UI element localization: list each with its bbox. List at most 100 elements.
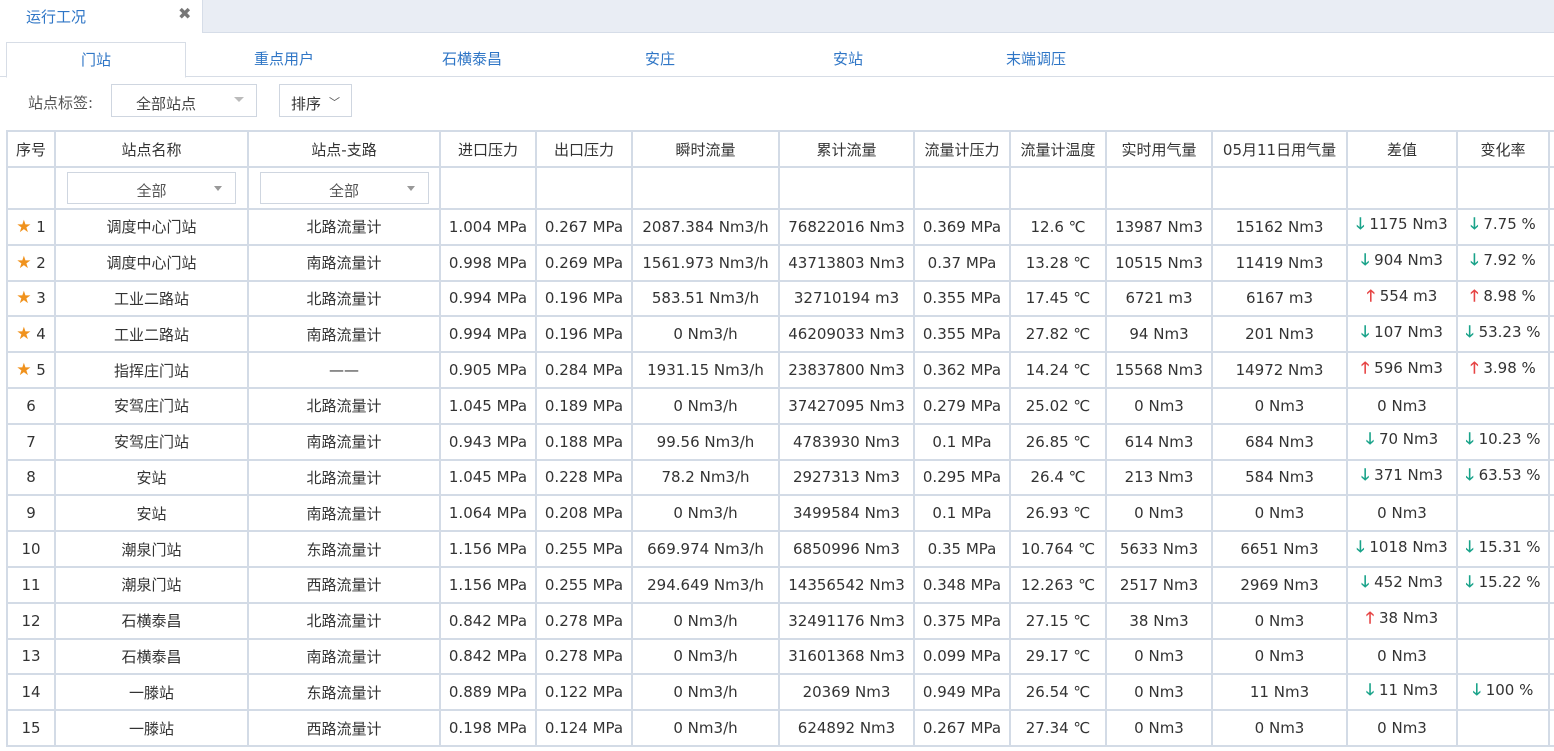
inlet-pressure-cell: 0.842 MPa — [439, 601, 537, 640]
station-tag-select[interactable]: 全部站点 — [111, 84, 257, 117]
table-row[interactable]: 13 石横泰昌 南路流量计 0.842 MPa 0.278 MPa 0 Nm3/h 3160… — [6, 637, 1554, 676]
difference-cell-value: 0 Nm3 — [1377, 647, 1427, 666]
branch-cell: 北路流量计 — [247, 386, 441, 425]
header-inlet-pressure[interactable]: 进口压力 — [439, 130, 537, 168]
extra-cell — [1548, 458, 1554, 497]
inlet-pressure-cell: 1.004 MPa — [439, 208, 537, 246]
meter-pressure-cell: 0.348 MPa — [913, 565, 1011, 604]
header-change-rate[interactable]: 变化率 — [1456, 130, 1550, 168]
meter-temperature-cell: 26.85 ℃ — [1009, 422, 1107, 461]
total-flow-cell: 76822016 Nm3 — [778, 208, 915, 246]
header-index[interactable]: 序号 — [6, 130, 56, 168]
tab-gate-station[interactable]: 门站 — [6, 42, 186, 78]
extra-cell — [1548, 637, 1554, 676]
meter-temperature-cell: 17.45 ℃ — [1009, 279, 1107, 318]
station-name-filter-select[interactable]: 全部 — [67, 172, 236, 204]
star-icon[interactable]: ★ — [16, 217, 31, 237]
station-name-cell: 工业二路站 — [54, 279, 249, 318]
tab-anzhuang[interactable]: 安庄 — [570, 42, 750, 77]
meter-temperature-cell: 12.6 ℃ — [1009, 208, 1107, 246]
table-row[interactable]: 9 安站 南路流量计 1.064 MPa 0.208 MPa 0 Nm3/h 3499584… — [6, 494, 1554, 533]
instant-flow-cell: 0 Nm3/h — [631, 386, 780, 425]
total-flow-cell: 31601368 Nm3 — [778, 637, 915, 676]
table-row[interactable]: 6 安驾庄门站 北路流量计 1.045 MPa 0.189 MPa 0 Nm3/h 3742… — [6, 386, 1554, 425]
header-instant-flow[interactable]: 瞬时流量 — [631, 130, 780, 168]
change-rate-cell-value: 7.75 % — [1483, 215, 1536, 234]
tab-shiheng-taichang[interactable]: 石横泰昌 — [382, 42, 562, 77]
row-number: 10 — [21, 540, 41, 559]
window-tab-bar: 运行工况 ✖ — [0, 0, 1554, 33]
prev-day-usage-cell: 0 Nm3 — [1211, 601, 1348, 640]
instant-flow-cell: 2087.384 Nm3/h — [631, 208, 780, 246]
difference-cell-value: 38 Nm3 — [1378, 609, 1439, 628]
change-rate-cell-value: 8.98 % — [1483, 286, 1536, 305]
outlet-pressure-cell: 0.255 MPa — [535, 565, 633, 604]
tab-key-users[interactable]: 重点用户 — [194, 42, 374, 77]
total-flow-cell: 624892 Nm3 — [778, 709, 915, 747]
table-row[interactable]: 12 石横泰昌 北路流量计 0.842 MPa 0.278 MPa 0 Nm3/h 3249… — [6, 601, 1554, 640]
meter-temperature-cell: 26.93 ℃ — [1009, 494, 1107, 533]
chevron-down-icon: ﹀ — [329, 96, 340, 109]
prev-day-usage-cell: 584 Nm3 — [1211, 458, 1348, 497]
star-icon[interactable]: ★ — [16, 288, 31, 308]
branch-cell: 西路流量计 — [247, 565, 441, 604]
change-rate-cell-value: 3.98 % — [1483, 358, 1536, 377]
table-row[interactable]: 7 安驾庄门站 南路流量计 0.943 MPa 0.188 MPa 99.56 Nm3/h… — [6, 422, 1554, 461]
sub-tab-bar: 门站 重点用户 石横泰昌 安庄 安站 末端调压 — [0, 42, 1554, 78]
change-rate-cell — [1456, 386, 1550, 425]
sort-button[interactable]: 排序 ﹀ — [279, 84, 352, 117]
table-row[interactable]: 8 安站 北路流量计 1.045 MPa 0.228 MPa 78.2 Nm3/h 2927… — [6, 458, 1554, 497]
index-cell: ★ 5 — [6, 351, 56, 389]
station-name-cell: 指挥庄门站 — [54, 351, 249, 389]
table-row[interactable]: 14 一滕站 东路流量计 0.889 MPa 0.122 MPa 0 Nm3/h 20369… — [6, 673, 1554, 712]
header-station-name[interactable]: 站点名称 — [54, 130, 249, 168]
star-icon[interactable]: ★ — [16, 253, 31, 273]
star-icon[interactable]: ★ — [16, 324, 31, 344]
tab-anzhan[interactable]: 安站 — [758, 42, 938, 77]
header-outlet-pressure[interactable]: 出口压力 — [535, 130, 633, 168]
star-icon[interactable]: ★ — [16, 360, 31, 380]
instant-flow-cell: 0 Nm3/h — [631, 637, 780, 676]
change-rate-cell-value: 7.92 % — [1483, 251, 1536, 270]
branch-cell: 北路流量计 — [247, 208, 441, 246]
table-row[interactable]: ★ 3 工业二路站 北路流量计 0.994 MPa 0.196 MPa 583.51 Nm… — [6, 279, 1554, 318]
meter-pressure-cell: 0.375 MPa — [913, 601, 1011, 640]
header-meter-pressure[interactable]: 流量计压力 — [913, 130, 1011, 168]
table-row[interactable]: ★ 2 调度中心门站 南路流量计 0.998 MPa 0.269 MPa 1561.973… — [6, 243, 1554, 282]
outlet-pressure-cell: 0.124 MPa — [535, 709, 633, 747]
arrow-down-icon: 🡓 — [1465, 572, 1474, 592]
meter-temperature-cell: 13.28 ℃ — [1009, 243, 1107, 282]
meter-pressure-cell: 0.267 MPa — [913, 709, 1011, 747]
meter-pressure-cell: 0.355 MPa — [913, 279, 1011, 318]
station-name-cell: 一滕站 — [54, 709, 249, 747]
branch-filter-select[interactable]: 全部 — [259, 172, 429, 204]
header-meter-temperature[interactable]: 流量计温度 — [1009, 130, 1107, 168]
header-prev-day-usage[interactable]: 05月11日用气量 — [1211, 130, 1348, 168]
table-row[interactable]: ★ 4 工业二路站 南路流量计 0.994 MPa 0.196 MPa 0 Nm3/h 46… — [6, 315, 1554, 354]
table-row[interactable]: 10 潮泉门站 东路流量计 1.156 MPa 0.255 MPa 669.974 Nm3… — [6, 530, 1554, 568]
table-row[interactable]: 11 潮泉门站 西路流量计 1.156 MPa 0.255 MPa 294.649 Nm3… — [6, 565, 1554, 604]
meter-pressure-cell: 0.362 MPa — [913, 351, 1011, 389]
station-name-cell: 潮泉门站 — [54, 565, 249, 604]
header-total-flow[interactable]: 累计流量 — [778, 130, 915, 168]
table-row[interactable]: ★ 5 指挥庄门站 —— 0.905 MPa 0.284 MPa 1931.15 Nm3/… — [6, 351, 1554, 389]
outlet-pressure-cell: 0.196 MPa — [535, 315, 633, 354]
difference-cell: 🡑 554 m3 — [1346, 279, 1458, 318]
total-flow-cell: 32491176 Nm3 — [778, 601, 915, 640]
header-realtime-usage[interactable]: 实时用气量 — [1105, 130, 1213, 168]
header-branch[interactable]: 站点-支路 — [247, 130, 441, 168]
window-tab-running-status[interactable]: 运行工况 ✖ — [0, 0, 203, 33]
table-row[interactable]: 15 一滕站 西路流量计 0.198 MPa 0.124 MPa 0 Nm3/h 62489… — [6, 709, 1554, 747]
change-rate-cell — [1456, 494, 1550, 533]
instant-flow-cell: 0 Nm3/h — [631, 601, 780, 640]
index-cell: 13 — [6, 637, 56, 676]
tab-terminal-regulation[interactable]: 末端调压 — [946, 42, 1126, 77]
index-cell: 9 — [6, 494, 56, 533]
close-icon[interactable]: ✖ — [178, 4, 191, 23]
realtime-usage-cell: 13987 Nm3 — [1105, 208, 1213, 246]
table-row[interactable]: ★ 1 调度中心门站 北路流量计 1.004 MPa 0.267 MPa 2087.384… — [6, 208, 1554, 246]
branch-cell: —— — [247, 351, 441, 389]
realtime-usage-cell: 6721 m3 — [1105, 279, 1213, 318]
header-difference[interactable]: 差值 — [1346, 130, 1458, 168]
inlet-pressure-cell: 1.064 MPa — [439, 494, 537, 533]
